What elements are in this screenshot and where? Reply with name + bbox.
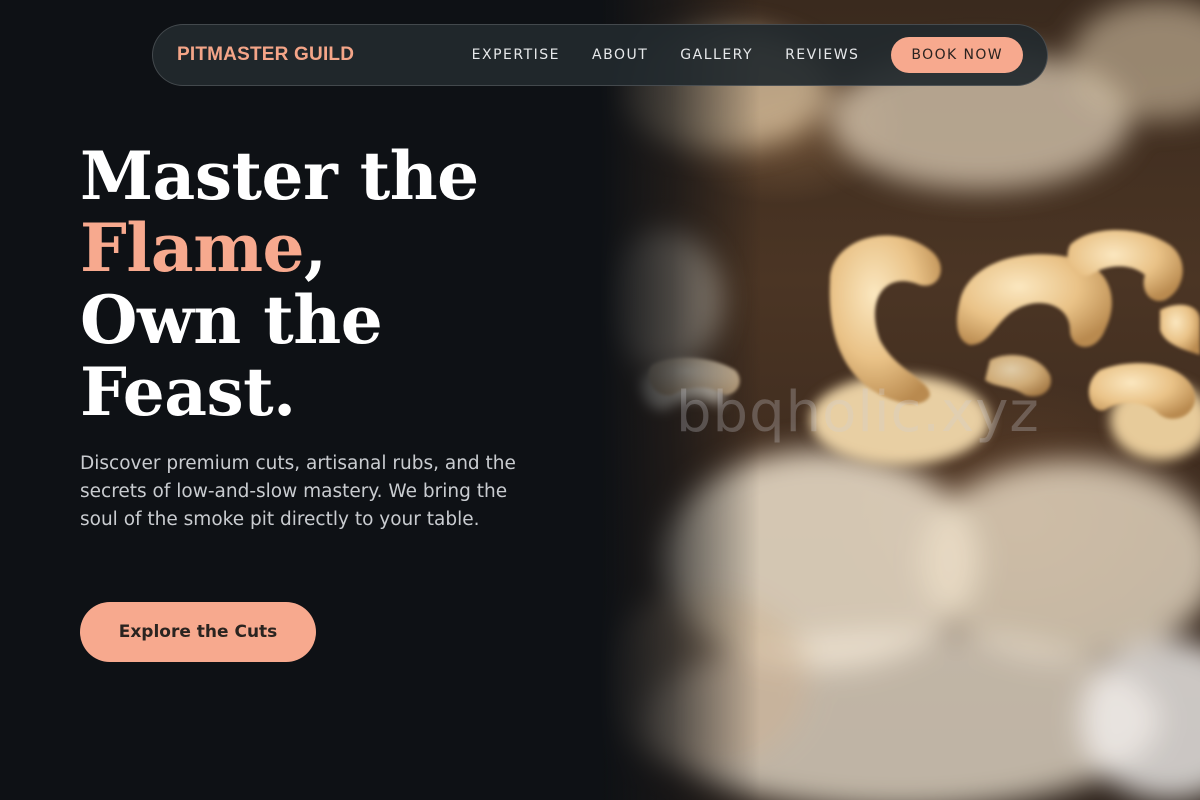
hero-headline-comma: , (304, 209, 327, 287)
hero-headline-line3: Own the (80, 281, 383, 359)
hero-description: Discover premium cuts, artisanal rubs, a… (80, 453, 516, 530)
hero-headline-line1: Master the (80, 137, 479, 215)
nav-link-about[interactable]: ABOUT (592, 47, 648, 63)
nav-links: EXPERTISE ABOUT GALLERY REVIEWS (472, 47, 860, 63)
hero-headline: Master the Flame, Own the Feast. (80, 140, 479, 428)
nav-link-expertise[interactable]: EXPERTISE (472, 47, 560, 63)
nav-link-gallery[interactable]: GALLERY (680, 47, 753, 63)
book-now-button[interactable]: BOOK NOW (891, 37, 1023, 73)
top-navbar: PITMASTER GUILD EXPERTISE ABOUT GALLERY … (152, 24, 1048, 86)
nav-link-reviews[interactable]: REVIEWS (785, 47, 859, 63)
brand-logo[interactable]: PITMASTER GUILD (177, 44, 354, 66)
watermark-text: bbqholic.xyz (676, 380, 1040, 445)
hero-headline-line4: Feast. (80, 353, 296, 431)
explore-cuts-button[interactable]: Explore the Cuts (80, 602, 316, 662)
hero-headline-accent: Flame (80, 209, 305, 287)
